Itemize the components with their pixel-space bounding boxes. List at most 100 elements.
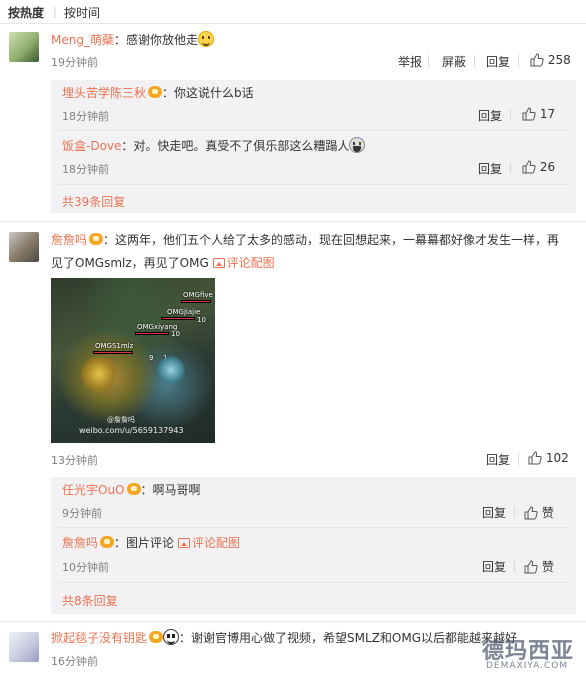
vip-badge-icon [100,536,115,548]
reply-username[interactable]: 任光宇OuO [62,483,125,497]
action-divider [518,453,519,465]
image-watermark-url: weibo.com/u/5659137943 [79,426,184,435]
sort-separator: | [53,5,57,18]
vip-badge-icon [149,631,164,643]
like-label: 赞 [541,506,554,520]
reply-body: 埋头苦学陈三秋 ：你这说什么b话 [62,86,254,100]
reply-time: 9分钟前 [62,507,102,520]
reply-body: 任光宇OuO ：啊马哥啊 [62,483,201,497]
thumbs-up-icon [524,560,538,574]
image-tower [79,356,119,392]
action-divider [514,560,515,572]
reply-time: 18分钟前 [62,110,109,123]
comment-username[interactable]: 掀起毯子没有钥匙 [51,631,147,645]
image-healthbar [181,300,211,303]
like-button[interactable]: 赞 [524,504,554,521]
comment-image[interactable]: OMGfive OMGjiajie 10 OMGxiyang 10 OMGS1m… [51,278,215,443]
like-button[interactable]: 102 [528,451,569,465]
reply-text: 对。快走吧。真受不了俱乐部这么糟蹋人 [133,139,350,153]
comment-body-line2: 见了OMGsmlz，再见了OMG 评论配图 [51,255,275,271]
comment-text-line2: 见了OMGsmlz，再见了OMG [51,256,209,270]
reply-username[interactable]: 詹詹吗 [62,536,98,550]
picture-icon [177,538,190,548]
image-number: 10 [171,330,180,338]
comment-actions: 举报 屏蔽 回复 258 [396,53,576,69]
comment-username[interactable]: 詹詹吗 [51,233,87,247]
reply-text: 你这说什么b话 [174,86,254,100]
comment-body: Meng_萌蘗：感谢你放他走 [51,31,214,48]
like-count: 26 [539,160,556,174]
reply-username[interactable]: 饭盒-Dove [62,139,121,153]
reply-time: 18分钟前 [62,163,109,176]
comment-time: 19分钟前 [51,56,98,69]
comment-time: 16分钟前 [51,655,98,668]
like-button[interactable]: 17 [522,107,555,121]
avatar[interactable] [9,32,39,62]
reply-divider [57,582,570,583]
like-button[interactable]: 26 [522,160,555,174]
smile-emoji-icon [198,31,214,47]
reply-button[interactable]: 回复 [486,451,510,468]
image-number: 9 [149,354,154,362]
thumbs-up-icon [522,107,536,121]
report-button[interactable]: 举报 [398,53,422,70]
reply-divider [57,184,570,185]
crying-emoji-icon [349,137,366,153]
image-healthbar [93,351,133,354]
action-divider [428,55,429,67]
reply-body: 饭盒-Dove：对。快走吧。真受不了俱乐部这么糟蹋人 [62,137,366,154]
reply-actions: 回复 赞 [482,504,572,520]
reply-button[interactable]: 回复 [482,504,506,521]
like-button[interactable]: 赞 [524,558,554,575]
action-divider [510,109,511,121]
avatar[interactable] [9,232,39,262]
reply-button[interactable]: 回复 [478,107,502,124]
image-number: 10 [197,316,206,324]
more-replies-link[interactable]: 共39条回复 [62,193,125,210]
image-healthbar [135,332,169,335]
image-label: OMGjiajie [167,308,201,316]
panda-emoji-icon [163,629,180,645]
site-watermark: 德玛西亚 DEMAXIYA.COM [482,633,584,675]
reply-username[interactable]: 埋头苦学陈三秋 [62,86,146,100]
like-count: 258 [547,53,571,67]
comment-divider [0,221,586,222]
like-label: 赞 [541,560,554,574]
comment-image-link[interactable]: 评论配图 [212,256,275,270]
comment-text: 谢谢官博用心做了视频，希望SMLZ和OMG以后都能越来越好 [191,631,518,645]
reply-actions: 回复 赞 [482,558,572,574]
sort-bar: 按热度 | 按时间 [0,0,586,24]
reply-text: 啊马哥啊 [152,483,201,497]
image-healthbar [161,317,195,320]
reply-text: 图片评论 [126,536,175,550]
sort-by-hot-tab[interactable]: 按热度 [8,4,44,21]
comment-body: 掀起毯子没有钥匙 ：谢谢官博用心做了视频，希望SMLZ和OMG以后都能越来越好 [51,629,518,645]
like-button[interactable]: 258 [530,53,571,67]
thumbs-up-icon [530,53,544,67]
reply-time: 10分钟前 [62,561,109,574]
reply-image-link[interactable]: 评论配图 [177,536,240,550]
thumbs-up-icon [524,506,538,520]
comment-actions: 回复 102 [486,451,576,467]
action-divider [518,55,519,67]
comment-text: 感谢你放他走 [125,33,198,47]
image-label: OMGfive [183,291,213,299]
block-button[interactable]: 屏蔽 [442,53,466,70]
reply-button[interactable]: 回复 [478,160,502,177]
action-divider [510,162,511,174]
comment-text-line1: 这两年，他们五个人给了太多的感动，现在回想起来，一幕幕都好像才发生一样，再 [115,233,560,247]
reply-actions: 回复 17 [478,107,568,123]
comment-username[interactable]: Meng_萌蘗 [51,33,114,47]
like-count: 17 [539,107,556,121]
action-divider [474,55,475,67]
reply-button[interactable]: 回复 [486,53,510,70]
vip-badge-icon [89,233,104,245]
sort-by-time-tab[interactable]: 按时间 [64,4,100,21]
vip-badge-icon [148,86,163,98]
more-replies-link[interactable]: 共8条回复 [62,592,118,609]
like-count: 102 [545,451,569,465]
avatar[interactable] [9,632,39,662]
comment-time: 13分钟前 [51,454,98,467]
reply-button[interactable]: 回复 [482,558,506,575]
comment-divider [0,621,586,622]
